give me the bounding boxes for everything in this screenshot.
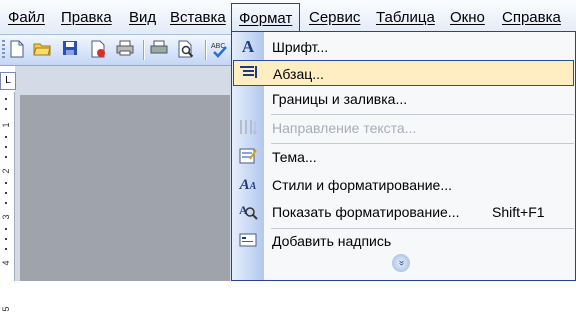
page-region [20,95,230,281]
menu-item-text-direction: Направление текста... [233,115,574,141]
save-icon[interactable] [61,40,79,58]
text-box-icon [237,231,259,251]
print-icon[interactable] [116,40,134,58]
menu-item-styles-formatting[interactable]: AA Стили и форматирование... [233,172,574,198]
toolbar-grip[interactable] [2,40,5,60]
menu-item-label: Абзац... [273,66,324,82]
ruler-tick [5,146,7,148]
toolbar-separator-2 [205,40,207,60]
ruler-tick [5,192,7,194]
reveal-formatting-icon: A [237,202,259,222]
ruler-number-5: 5 [1,306,11,312]
styles-icon: AA [239,177,257,193]
ruler-tick [5,248,7,250]
menu-edit[interactable]: Правка [61,7,112,29]
menu-insert[interactable]: Вставка [170,7,226,29]
new-document-icon[interactable] [8,40,26,58]
menu-item-label: Показать форматирование... [272,204,460,220]
menu-item-borders-shading[interactable]: Границы и заливка... [233,86,574,112]
menu-item-label: Стили и форматирование... [272,177,453,193]
ruler-tick [5,156,7,158]
ruler-number-2: 2 [1,168,11,174]
ruler-number-4: 4 [1,260,11,266]
menu-item-paragraph[interactable]: Абзац... [233,60,574,86]
open-folder-icon[interactable] [33,40,51,58]
ruler-number-3: 3 [1,214,11,220]
theme-icon [237,147,259,167]
permission-icon[interactable] [89,40,107,58]
ruler-tick [5,98,7,100]
text-direction-icon [237,118,259,138]
ruler-tick [5,136,7,138]
ruler-tick [5,228,7,230]
ruler-number-1: 1 [1,122,11,128]
menu-item-label: Границы и заливка... [272,91,408,107]
font-icon: A [241,37,255,56]
menu-item-add-text-box[interactable]: Добавить надпись [233,228,574,254]
menu-window[interactable]: Окно [450,7,485,29]
menu-bar: Файл Правка Вид Вставка Формат Сервис Та… [0,0,576,35]
spelling-icon[interactable]: ABC [211,40,229,58]
menu-item-shortcut: Shift+F1 [492,204,545,220]
quick-print-icon[interactable] [150,40,168,58]
menu-tools[interactable]: Сервис [309,7,360,29]
menu-view[interactable]: Вид [129,7,156,29]
menu-item-theme[interactable]: Тема... [233,144,574,170]
menu-item-label: Шрифт... [272,39,329,55]
paragraph-icon [238,64,260,84]
menu-help[interactable]: Справка [502,7,561,29]
ruler-tick [5,238,7,240]
print-preview-icon[interactable] [177,40,195,58]
menu-item-label: Добавить надпись [272,233,392,249]
vertical-ruler: 1 2 3 4 5 [0,92,15,312]
tab-selector[interactable]: L [0,72,16,90]
menu-file[interactable]: Файл [8,7,45,29]
menu-table[interactable]: Таблица [376,7,435,29]
ruler-tick [5,182,7,184]
format-menu: A Шрифт... Абзац... Границы и заливка...… [231,31,576,281]
menu-item-font[interactable]: A Шрифт... [233,34,574,60]
ruler-tick [5,202,7,204]
menu-format[interactable]: Формат [231,3,301,33]
menu-item-label: Направление текста... [272,120,417,136]
menu-item-label: Тема... [272,149,317,165]
menu-item-reveal-formatting[interactable]: A Показать форматирование... Shift+F1 [233,199,574,225]
double-chevron-down-icon[interactable]: » [392,254,410,272]
toolbar-separator [143,40,145,60]
ruler-tick [5,108,7,110]
